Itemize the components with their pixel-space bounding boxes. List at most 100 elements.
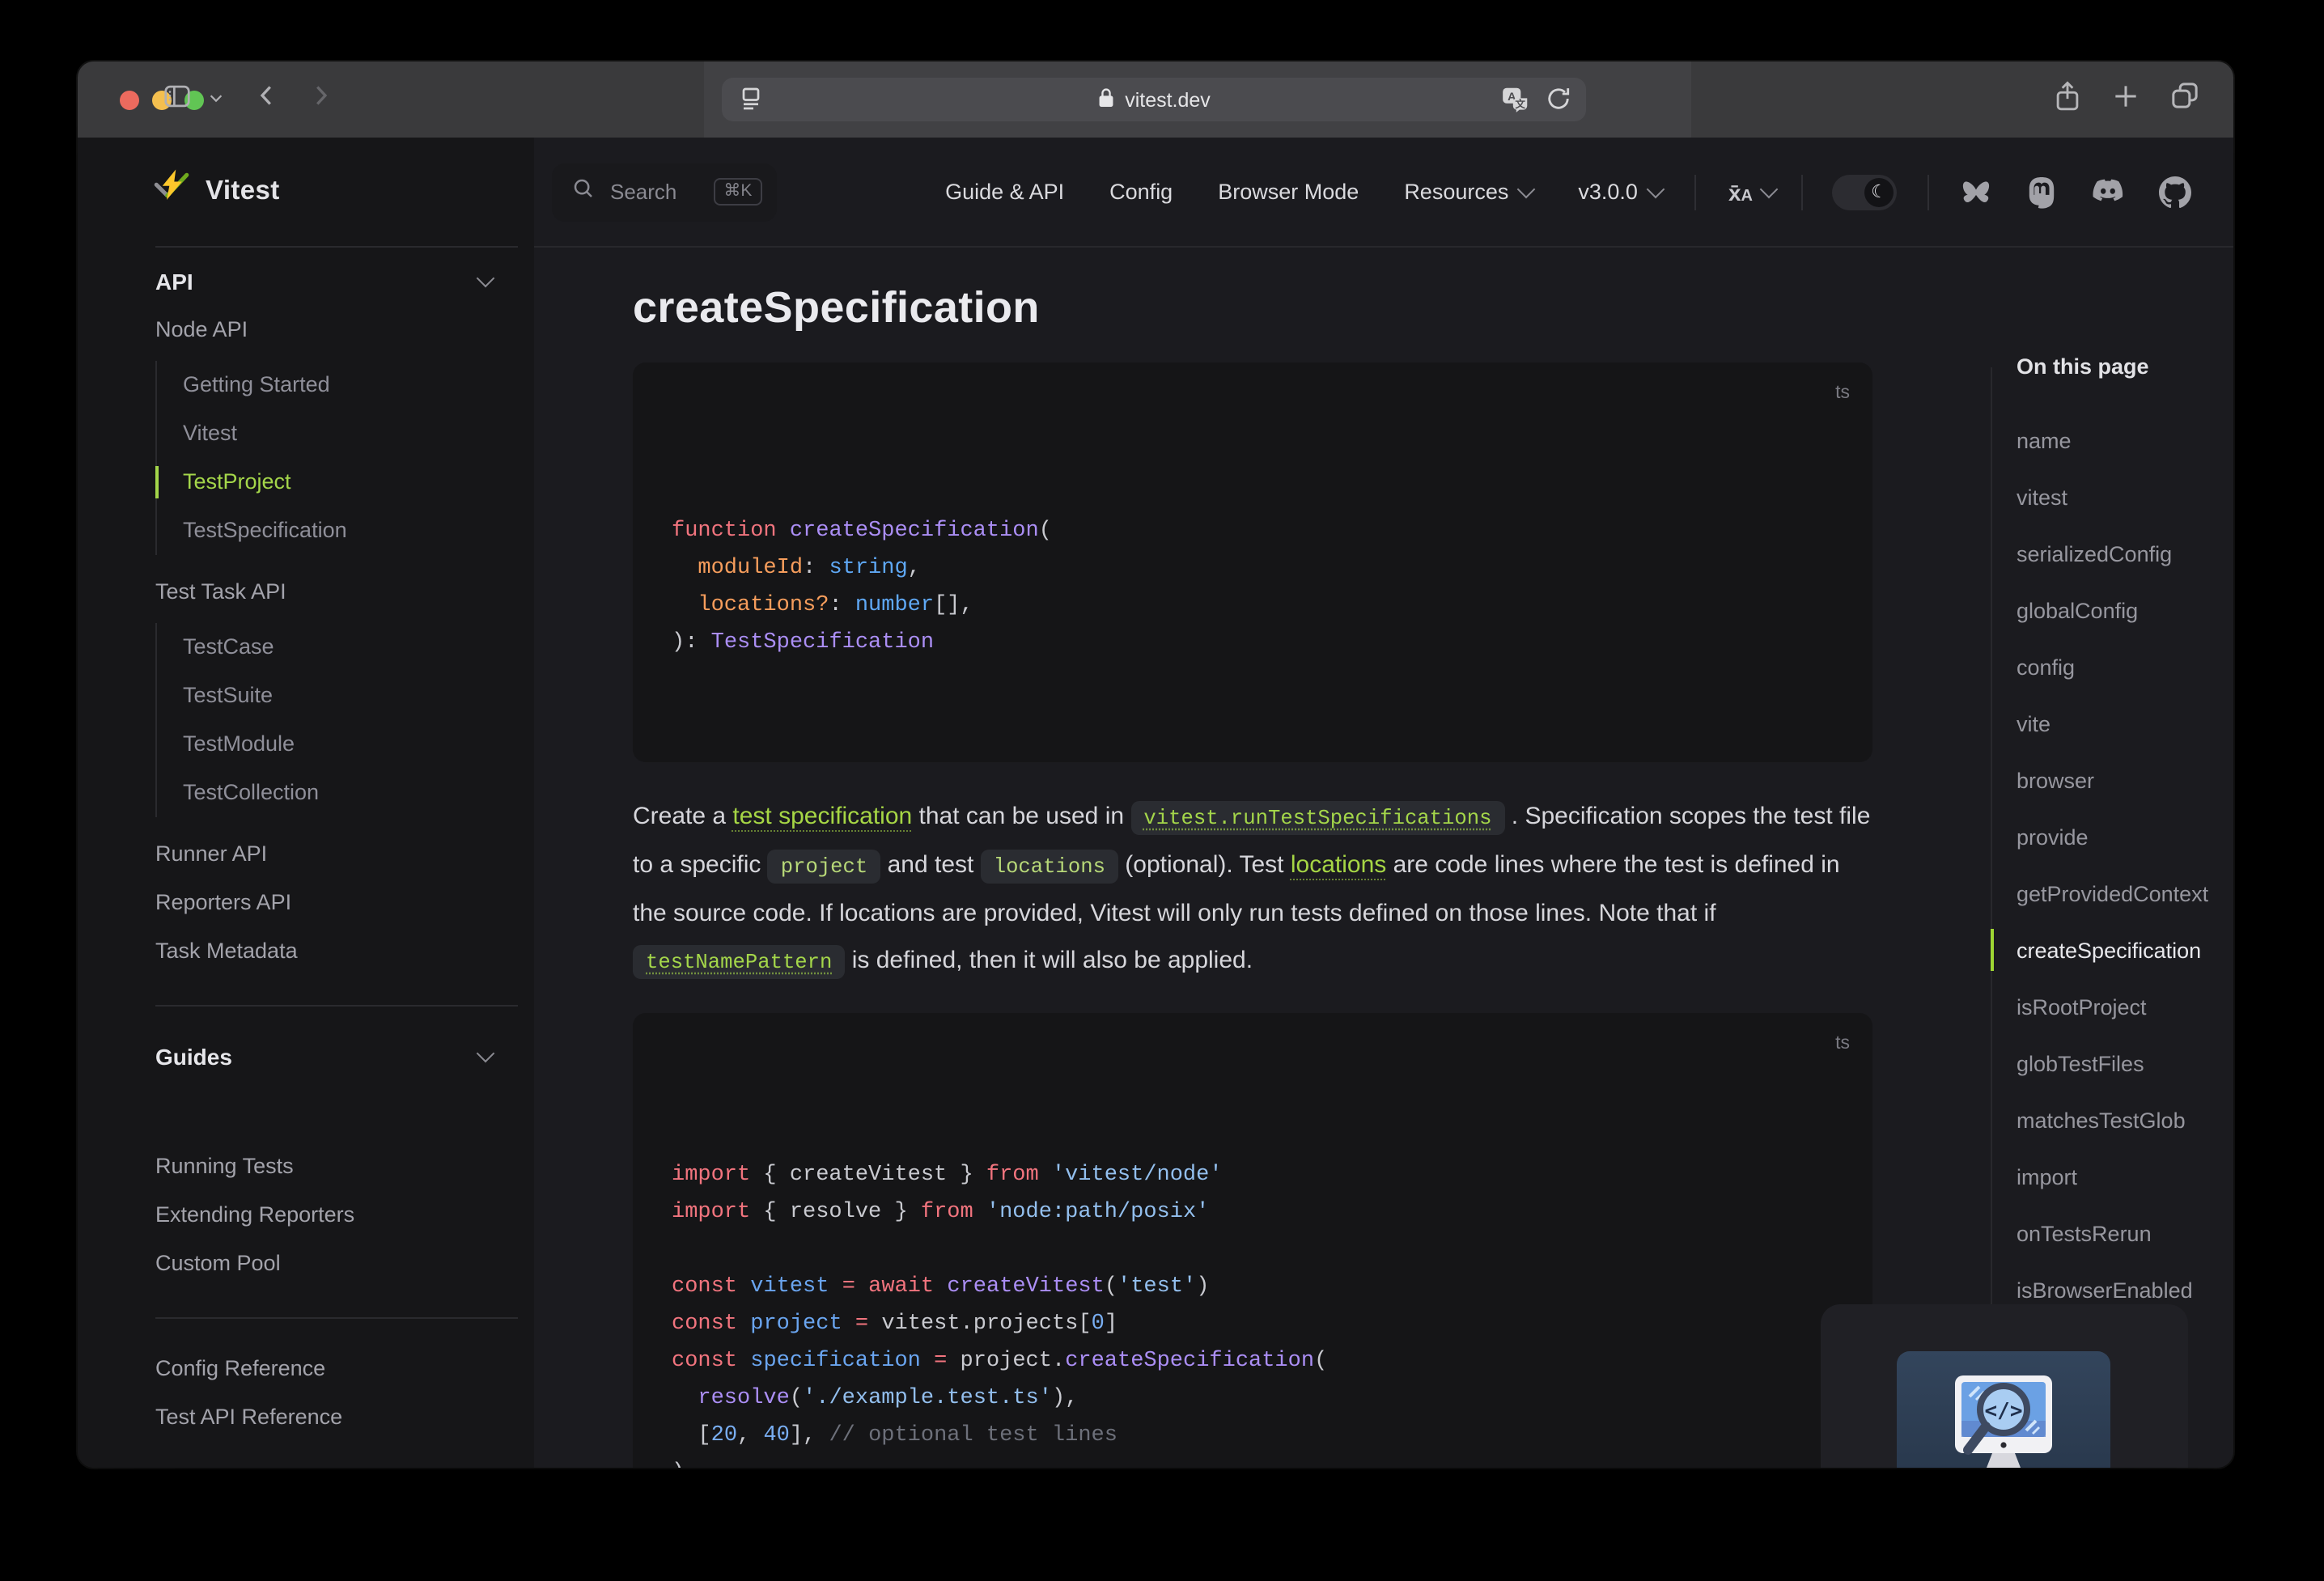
code-line: import { resolve } from 'node:path/posix…: [672, 1201, 1210, 1225]
bluesky-icon[interactable]: [1960, 177, 1992, 206]
toc-item-config[interactable]: config: [2017, 639, 2208, 696]
sidebar-item-running-tests[interactable]: Running Tests: [155, 1142, 492, 1191]
language-menu[interactable]: x̄A: [1728, 179, 1779, 205]
page-content: createSpecification ts function createSp…: [534, 248, 2233, 1468]
back-button[interactable]: [252, 81, 282, 118]
sidebar-item-extending-reporters[interactable]: Extending Reporters: [155, 1191, 492, 1240]
nav-divider: [1801, 174, 1803, 210]
code-line: ): TestSpecification: [672, 631, 935, 655]
toc-item-ontestsrerun[interactable]: onTestsRerun: [2017, 1206, 2208, 1262]
nav-link-config[interactable]: Config: [1109, 180, 1173, 204]
toc-item-vitest[interactable]: vitest: [2017, 469, 2208, 526]
sidebar-item-config-reference[interactable]: Config Reference: [155, 1345, 492, 1393]
sidebar-item-testcase[interactable]: TestCase: [183, 623, 492, 672]
toc-item-browser[interactable]: browser: [2017, 752, 2208, 809]
sidebar-item-custom-pool[interactable]: Custom Pool: [155, 1240, 492, 1288]
translate-page-icon[interactable]: A文: [1500, 84, 1531, 123]
discord-icon[interactable]: [2091, 178, 2125, 206]
nav-link-browser-mode[interactable]: Browser Mode: [1218, 180, 1359, 204]
sidebar-item-testcollection[interactable]: TestCollection: [183, 769, 492, 817]
sidebar-item-runner-api[interactable]: Runner API: [155, 830, 492, 879]
sidebar-section-api[interactable]: API: [155, 257, 495, 306]
toc-item-isrootproject[interactable]: isRootProject: [2017, 979, 2208, 1036]
toc-item-getprovidedcontext[interactable]: getProvidedContext: [2017, 866, 2208, 922]
sidebar-section-guides[interactable]: Guides: [155, 1032, 495, 1081]
toc-item-provide[interactable]: provide: [2017, 809, 2208, 866]
sidebar-item-test-api-reference[interactable]: Test API Reference: [155, 1393, 492, 1442]
sidebar-item-task-metadata[interactable]: Task Metadata: [155, 927, 492, 976]
sidebar-item-getting-started[interactable]: Getting Started: [183, 361, 492, 409]
toc-list: name vitest serializedConfig globalConfig co…: [2017, 413, 2208, 1375]
sidebar-item-testspecification[interactable]: TestSpecification: [183, 507, 492, 555]
url-text: vitest.dev: [1125, 88, 1211, 111]
inline-code-locations: locations: [980, 850, 1118, 884]
chevron-down-icon: [476, 1044, 495, 1063]
sidebar-subgroup: TestCase TestSuite TestModule TestCollectio…: [155, 623, 492, 817]
sidebar-item-testsuite[interactable]: TestSuite: [183, 672, 492, 720]
github-icon[interactable]: [2159, 176, 2191, 208]
inline-link-locations[interactable]: locations: [1291, 851, 1386, 879]
reload-icon[interactable]: [1544, 84, 1573, 123]
code-lines: import { createVitest } from 'vitest/nod…: [672, 1157, 1834, 1468]
chevron-down-icon: [476, 269, 495, 288]
nav-link-label: v3.0.0: [1578, 180, 1638, 204]
toc-item-globtestfiles[interactable]: globTestFiles: [2017, 1036, 2208, 1092]
sidebar-menu-chevron-icon[interactable]: [207, 85, 225, 114]
inline-code-project: project: [767, 850, 881, 884]
code-line: const project = vitest.projects[0]: [672, 1312, 1118, 1337]
nav-divider: [1927, 174, 1929, 210]
code-line: locations?: number[],: [698, 594, 973, 618]
code-line: const vitest = await createVitest('test'…: [672, 1275, 1210, 1299]
close-window-button[interactable]: [120, 90, 139, 109]
sidebar-item-reporters-api[interactable]: Reporters API: [155, 879, 492, 927]
nav-links: Guide & API Config Browser Mode Resources v3…: [945, 179, 1665, 204]
toc-item-vite[interactable]: vite: [2017, 696, 2208, 752]
sidebar-item-testproject[interactable]: TestProject: [155, 458, 492, 507]
search-input[interactable]: Search ⌘K: [552, 163, 777, 221]
code-line: moduleId: string,: [698, 557, 921, 581]
browser-window: vitest.dev A文 Vitest API Node API Gettin…: [78, 61, 2233, 1468]
toc-item-name[interactable]: name: [2017, 413, 2208, 469]
browser-toolbar: vitest.dev A文: [78, 61, 2233, 138]
address-bar[interactable]: vitest.dev A文: [722, 78, 1586, 121]
sidebar-toggle-icon[interactable]: [162, 80, 193, 119]
chevron-down-icon: [1517, 179, 1536, 198]
code-search-illustration: </>: [1955, 1375, 2052, 1468]
toc-item-matchestestglob[interactable]: matchesTestGlob: [2017, 1092, 2208, 1149]
toc-item-createspecification[interactable]: createSpecification: [2017, 922, 2208, 979]
sponsor-banner: </>: [1897, 1351, 2110, 1468]
sidebar-item-test-task-api[interactable]: Test Task API: [155, 568, 492, 617]
code-line: ): [672, 1455, 1834, 1468]
sidebar-item-node-api[interactable]: Node API: [155, 306, 492, 354]
inline-link-testnamepattern[interactable]: testNamePattern: [633, 945, 846, 979]
chevron-down-icon: [1646, 179, 1665, 198]
new-tab-icon[interactable]: [2110, 80, 2141, 119]
sidebar-item-vitest[interactable]: Vitest: [183, 409, 492, 458]
theme-toggle[interactable]: ☾: [1832, 174, 1897, 210]
nav-link-guide-api[interactable]: Guide & API: [945, 180, 1064, 204]
social-links: [1960, 176, 2191, 208]
toc-item-import[interactable]: import: [2017, 1149, 2208, 1206]
text-run: Create a: [633, 803, 733, 830]
forward-button[interactable]: [306, 81, 335, 118]
sidebar-item-testmodule[interactable]: TestModule: [183, 720, 492, 769]
inline-link-test-specification[interactable]: test specification: [732, 803, 912, 830]
share-icon[interactable]: [2052, 78, 2083, 121]
toc-item-serializedconfig[interactable]: serializedConfig: [2017, 526, 2208, 583]
description-paragraph: Create a test specification that can be …: [633, 793, 1872, 985]
desktop: vitest.dev A文 Vitest API Node API Gettin…: [0, 0, 2324, 1581]
code-block-signature[interactable]: ts function createSpecification( moduleI…: [633, 362, 1872, 762]
text-run: (optional). Test: [1117, 851, 1291, 879]
sponsor-card[interactable]: </>: [1821, 1304, 2188, 1468]
nav-link-resources[interactable]: Resources: [1404, 179, 1536, 204]
text-run: and test: [880, 851, 981, 879]
toc-item-globalconfig[interactable]: globalConfig: [2017, 583, 2208, 639]
tab-overview-icon[interactable]: [2169, 79, 2201, 120]
nav-link-v3-0-0[interactable]: v3.0.0: [1578, 179, 1665, 204]
logo[interactable]: Vitest: [78, 138, 534, 246]
toc-title: On this page: [2017, 354, 2149, 379]
mastodon-icon[interactable]: [2026, 176, 2057, 208]
code-block-example[interactable]: ts import { createVitest } from 'vitest/…: [633, 1013, 1872, 1468]
lock-icon: [1097, 87, 1115, 112]
inline-link-vitest-runtestspecifications[interactable]: vitest.runTestSpecifications: [1130, 801, 1505, 835]
